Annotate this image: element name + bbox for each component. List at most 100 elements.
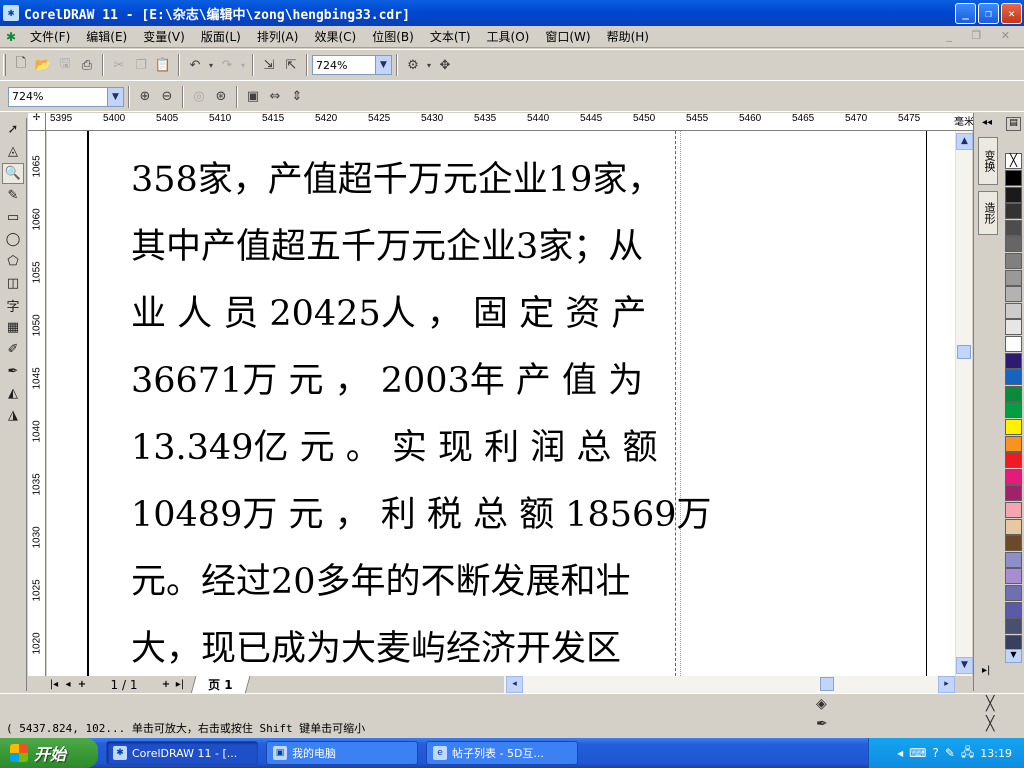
undo-icon[interactable]: ↶: [185, 55, 205, 75]
import-icon[interactable]: ⇲: [259, 55, 279, 75]
docker-tab-transform[interactable]: 变换: [978, 137, 998, 185]
redo-dropdown-icon[interactable]: ▾: [239, 55, 247, 75]
menu-window[interactable]: 窗口(W): [537, 28, 598, 45]
zoom-out-icon[interactable]: ⊖: [157, 87, 177, 107]
zoom-in-icon[interactable]: ⊕: [135, 87, 155, 107]
redo-icon[interactable]: ↷: [217, 55, 237, 75]
color-swatch[interactable]: [1005, 485, 1022, 502]
first-page-icon[interactable]: |◂: [47, 679, 61, 690]
open-file-icon[interactable]: 📂: [33, 55, 53, 75]
color-swatch[interactable]: [1005, 302, 1022, 319]
previous-page-icon[interactable]: ◂: [61, 679, 75, 690]
start-button[interactable]: 开始: [0, 738, 98, 768]
color-swatch[interactable]: [1005, 369, 1022, 386]
color-swatch[interactable]: [1005, 203, 1022, 220]
shape-tool-icon[interactable]: ◬: [2, 141, 24, 162]
zoom-tool-icon[interactable]: 🔍: [2, 163, 24, 184]
docker-tab-shaping[interactable]: 造形: [978, 191, 998, 235]
print-icon[interactable]: ⎙: [77, 55, 97, 75]
color-swatch[interactable]: [1005, 385, 1022, 402]
menu-effects[interactable]: 效果(C): [306, 28, 364, 45]
keyboard-icon[interactable]: ⌨: [909, 746, 926, 760]
scroll-right-icon[interactable]: ▸: [938, 676, 955, 693]
application-launcher-icon[interactable]: ⚙: [403, 55, 423, 75]
color-swatch[interactable]: [1005, 535, 1022, 552]
zoom-level-combo[interactable]: 724% ▼: [8, 86, 124, 107]
export-icon[interactable]: ⇱: [281, 55, 301, 75]
fill-bucket-icon[interactable]: ◈: [816, 696, 827, 712]
vertical-scrollbar[interactable]: ▲ ▼: [955, 131, 973, 676]
color-swatch[interactable]: [1005, 568, 1022, 585]
chevron-down-icon[interactable]: ▼: [107, 87, 123, 106]
copy-icon[interactable]: ❐: [131, 55, 151, 75]
color-swatch[interactable]: [1005, 585, 1022, 601]
ime-icon[interactable]: ✎: [945, 746, 955, 760]
scroll-down-icon[interactable]: ▼: [956, 657, 973, 674]
scroll-thumb[interactable]: [820, 677, 834, 691]
color-swatch[interactable]: [1005, 601, 1022, 618]
close-button[interactable]: ✕: [1001, 3, 1022, 24]
menu-file[interactable]: 文件(F): [22, 28, 78, 45]
freehand-tool-icon[interactable]: ✎: [2, 185, 24, 206]
ellipse-tool-icon[interactable]: ◯: [2, 229, 24, 250]
docker-arrow-icon[interactable]: ◂◂: [982, 117, 992, 128]
color-swatch[interactable]: [1005, 452, 1022, 469]
zoom-page-height-icon[interactable]: ⇕: [287, 87, 307, 107]
tray-expand-icon[interactable]: ◂: [897, 746, 903, 760]
launcher-dropdown-icon[interactable]: ▾: [425, 55, 433, 75]
color-swatch[interactable]: [1005, 468, 1022, 485]
help-icon[interactable]: ?: [932, 746, 938, 760]
color-swatch[interactable]: [1005, 319, 1022, 336]
menu-bitmaps[interactable]: 位图(B): [364, 28, 422, 45]
chevron-down-icon[interactable]: ▼: [375, 56, 391, 74]
new-file-icon[interactable]: 🗋: [11, 55, 31, 75]
vertical-ruler[interactable]: 1065 1060 1055 1050 1045 1040 1035 1030 …: [28, 131, 46, 676]
color-swatch[interactable]: [1005, 336, 1022, 352]
menu-help[interactable]: 帮助(H): [599, 28, 657, 45]
color-swatch[interactable]: [1005, 402, 1022, 419]
zoom-page-width-icon[interactable]: ⇔: [265, 87, 285, 107]
add-page-icon[interactable]: +: [75, 679, 89, 690]
horizontal-ruler[interactable]: 5395 5400 5405 5410 5415 5420 5425 5430 …: [46, 113, 976, 131]
interactive-blend-tool-icon[interactable]: ▦: [2, 317, 24, 338]
guideline[interactable]: [680, 131, 681, 676]
add-page-after-icon[interactable]: +: [159, 679, 173, 690]
menu-tools[interactable]: 工具(O): [479, 28, 538, 45]
color-swatch[interactable]: [1005, 352, 1022, 369]
save-icon[interactable]: 🖫: [55, 55, 75, 75]
paragraph-text-frame[interactable]: 358家，产值超千万元企业19家， 其中产值超五千万元企业3家；从 业 人 员 …: [131, 147, 712, 676]
rectangle-tool-icon[interactable]: ▭: [2, 207, 24, 228]
polygon-tool-icon[interactable]: ⬠: [2, 251, 24, 272]
mdi-controls[interactable]: _ ❐ ✕: [946, 29, 1018, 42]
color-swatch[interactable]: [1005, 253, 1022, 269]
palette-menu-icon[interactable]: ▤: [1006, 117, 1021, 131]
document-icon[interactable]: ✱: [0, 30, 22, 44]
taskbar-item-my-computer[interactable]: ▣ 我的电脑: [266, 741, 418, 765]
color-swatch[interactable]: [1005, 219, 1022, 236]
color-swatch[interactable]: [1005, 518, 1022, 535]
zoom-combo[interactable]: 724% ▼: [312, 55, 392, 75]
color-swatch[interactable]: [1005, 435, 1022, 452]
network-icon[interactable]: 🖧: [961, 743, 974, 764]
scroll-left-icon[interactable]: ◂: [506, 676, 523, 693]
color-swatch[interactable]: [1005, 269, 1022, 286]
docker-end-icon[interactable]: ▸|: [982, 665, 990, 676]
no-color-swatch[interactable]: ╳: [1005, 153, 1022, 169]
menu-layout[interactable]: 版面(L): [193, 28, 249, 45]
horizontal-scrollbar[interactable]: ◂ ▸: [504, 676, 955, 693]
basic-shapes-tool-icon[interactable]: ◫: [2, 273, 24, 294]
scroll-thumb[interactable]: [957, 345, 971, 359]
pick-tool-icon[interactable]: ➚: [2, 119, 24, 140]
zoom-page-icon[interactable]: ▣: [243, 87, 263, 107]
taskbar-item-browser[interactable]: e 帖子列表 - 5D互...: [426, 741, 578, 765]
taskbar-item-coreldraw[interactable]: ✱ CorelDRAW 11 - [...: [106, 741, 258, 765]
color-swatch[interactable]: [1005, 502, 1022, 518]
color-swatch[interactable]: [1005, 170, 1022, 186]
color-swatch[interactable]: [1005, 286, 1022, 303]
next-page-icon[interactable]: ▸|: [173, 679, 187, 690]
menu-edit[interactable]: 编辑(E): [78, 28, 135, 45]
scroll-up-icon[interactable]: ▲: [956, 133, 973, 150]
menu-arrange[interactable]: 排列(A): [249, 28, 307, 45]
ruler-origin[interactable]: ✢: [28, 113, 46, 131]
color-swatch[interactable]: [1005, 618, 1022, 635]
